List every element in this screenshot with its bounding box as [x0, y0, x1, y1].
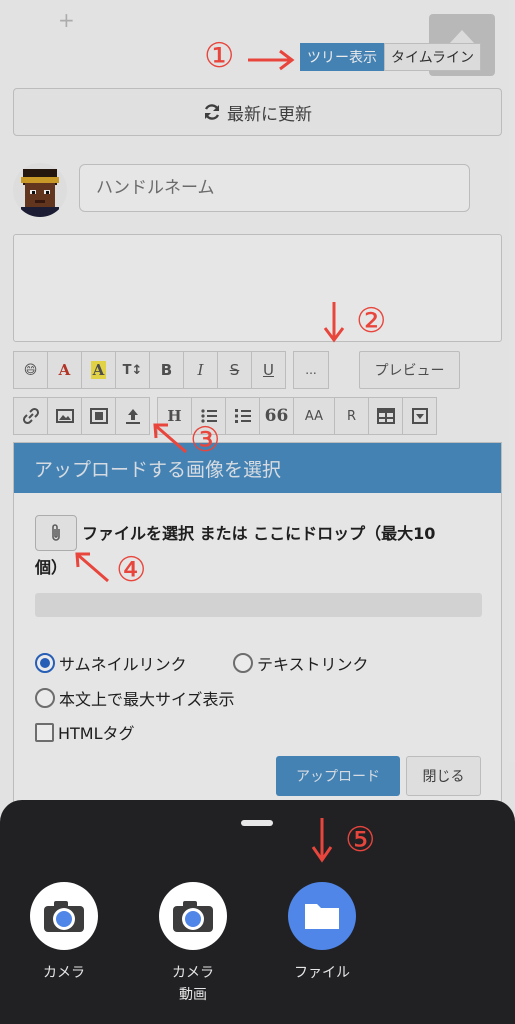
ruby-label: R [346, 408, 357, 424]
option-full-size[interactable]: 本文上で最大サイズ表示 [35, 686, 235, 710]
app-label-2: 動画 [179, 987, 207, 1003]
numbered-list-button[interactable] [225, 397, 260, 435]
camera-icon [159, 882, 227, 950]
annotation-2: ② [356, 301, 387, 341]
close-button[interactable]: 閉じる [406, 756, 481, 796]
upload-progress-bar [35, 593, 482, 617]
quote-button[interactable]: 66 [259, 397, 294, 435]
italic-icon: I [197, 361, 204, 379]
italic-button[interactable]: I [183, 351, 218, 389]
radio-icon [233, 653, 253, 673]
drop-zone-text-2: 個） [35, 558, 68, 577]
annotation-1: ① [204, 36, 235, 76]
refresh-icon [204, 104, 220, 120]
option-label: テキストリンク [257, 655, 369, 674]
arrow-down-icon [323, 302, 345, 343]
handle-name-input[interactable] [79, 164, 470, 212]
annotation-4: ④ [116, 550, 147, 590]
numbered-list-icon [234, 409, 251, 423]
tab-timeline[interactable]: タイムライン [384, 43, 482, 71]
app-camera-video[interactable]: カメラ 動画 [148, 882, 238, 1006]
option-text-link[interactable]: テキストリンク [233, 651, 369, 675]
font-color-icon: A [58, 361, 71, 379]
annotation-3: ③ [190, 420, 221, 460]
dropdown-button[interactable] [402, 397, 437, 435]
avatar [13, 163, 67, 217]
view-toggle: ツリー表示 タイムライン [300, 43, 482, 71]
folder-icon [288, 882, 356, 950]
underline-button[interactable]: U [251, 351, 286, 389]
option-html-tag[interactable]: HTMLタグ [35, 720, 135, 744]
image-button[interactable] [47, 397, 82, 435]
app-files[interactable]: ファイル [277, 882, 367, 984]
post-form-page: + ツリー表示 タイムライン 最新に更新 ハンドルネーム 😄 A A T↕ B … [0, 0, 515, 1024]
option-label: 本文上で最大サイズ表示 [59, 690, 235, 709]
preview-button[interactable]: プレビュー [359, 351, 460, 389]
emoji-icon: 😄 [23, 362, 38, 378]
video-button[interactable] [81, 397, 116, 435]
plus-icon[interactable]: + [58, 8, 75, 32]
film-icon [89, 408, 108, 424]
app-camera[interactable]: カメラ [19, 882, 109, 984]
strikethrough-button[interactable]: S [217, 351, 252, 389]
upload-button[interactable]: アップロード [276, 756, 400, 796]
paperclip-icon [52, 524, 60, 541]
strikethrough-icon: S [229, 361, 240, 379]
arrow-up-left-icon [153, 423, 187, 454]
select-box-icon [411, 408, 428, 424]
refresh-button[interactable]: 最新に更新 [13, 88, 502, 136]
format-toolbar-row1: 😄 A A T↕ B I S U ... [13, 351, 329, 389]
more-label: ... [305, 363, 317, 377]
upload-image-button[interactable] [115, 397, 150, 435]
bold-button[interactable]: B [149, 351, 184, 389]
font-color-button[interactable]: A [47, 351, 82, 389]
link-button[interactable] [13, 397, 48, 435]
font-size-button[interactable]: T↕ [115, 351, 150, 389]
highlight-button[interactable]: A [81, 351, 116, 389]
tab-tree-view[interactable]: ツリー表示 [300, 43, 384, 71]
font-size-icon: T↕ [122, 362, 143, 378]
ruby-button[interactable]: R [334, 397, 369, 435]
format-toolbar-row2: H 66 AA R [13, 397, 437, 435]
attach-file-button[interactable] [35, 515, 77, 551]
annotation-5: ⑤ [345, 820, 376, 860]
bold-icon: B [160, 361, 173, 379]
upload-icon [125, 409, 140, 424]
table-button[interactable] [368, 397, 403, 435]
app-label: カメラ [172, 965, 214, 981]
option-label: サムネイルリンク [59, 655, 187, 674]
table-icon [376, 408, 395, 424]
radio-selected-icon [35, 653, 55, 673]
camera-icon [30, 882, 98, 950]
app-label: カメラ [43, 965, 85, 981]
link-icon [22, 407, 39, 425]
aa-button[interactable]: AA [293, 397, 335, 435]
refresh-label: 最新に更新 [227, 104, 312, 125]
aa-label: AA [304, 408, 324, 424]
emoji-button[interactable]: 😄 [13, 351, 48, 389]
radio-icon [35, 688, 55, 708]
image-icon [55, 409, 74, 423]
upload-panel: アップロードする画像を選択 ファイルを選択 または ここにドロップ（最大10 個… [13, 442, 502, 802]
option-label: HTMLタグ [58, 724, 135, 743]
upload-panel-title: アップロードする画像を選択 [14, 443, 501, 493]
highlight-icon: A [90, 361, 107, 379]
option-thumbnail-link[interactable]: サムネイルリンク [35, 651, 187, 675]
message-textarea[interactable] [13, 234, 502, 342]
drop-zone-text[interactable]: ファイルを選択 または ここにドロップ（最大10 [82, 520, 492, 548]
arrow-up-left-icon [75, 552, 109, 583]
arrow-right-icon [248, 49, 295, 71]
checkbox-icon [35, 722, 54, 742]
preview-label: プレビュー [374, 363, 445, 379]
sheet-drag-handle[interactable] [241, 820, 273, 826]
more-button[interactable]: ... [293, 351, 329, 389]
file-chooser-sheet: ⑤ カメラ カメラ 動画 ファイル [0, 800, 515, 1024]
quote-icon: 66 [264, 406, 289, 426]
underline-icon: U [263, 361, 274, 379]
app-label: ファイル [294, 965, 350, 981]
arrow-down-icon [311, 818, 333, 863]
